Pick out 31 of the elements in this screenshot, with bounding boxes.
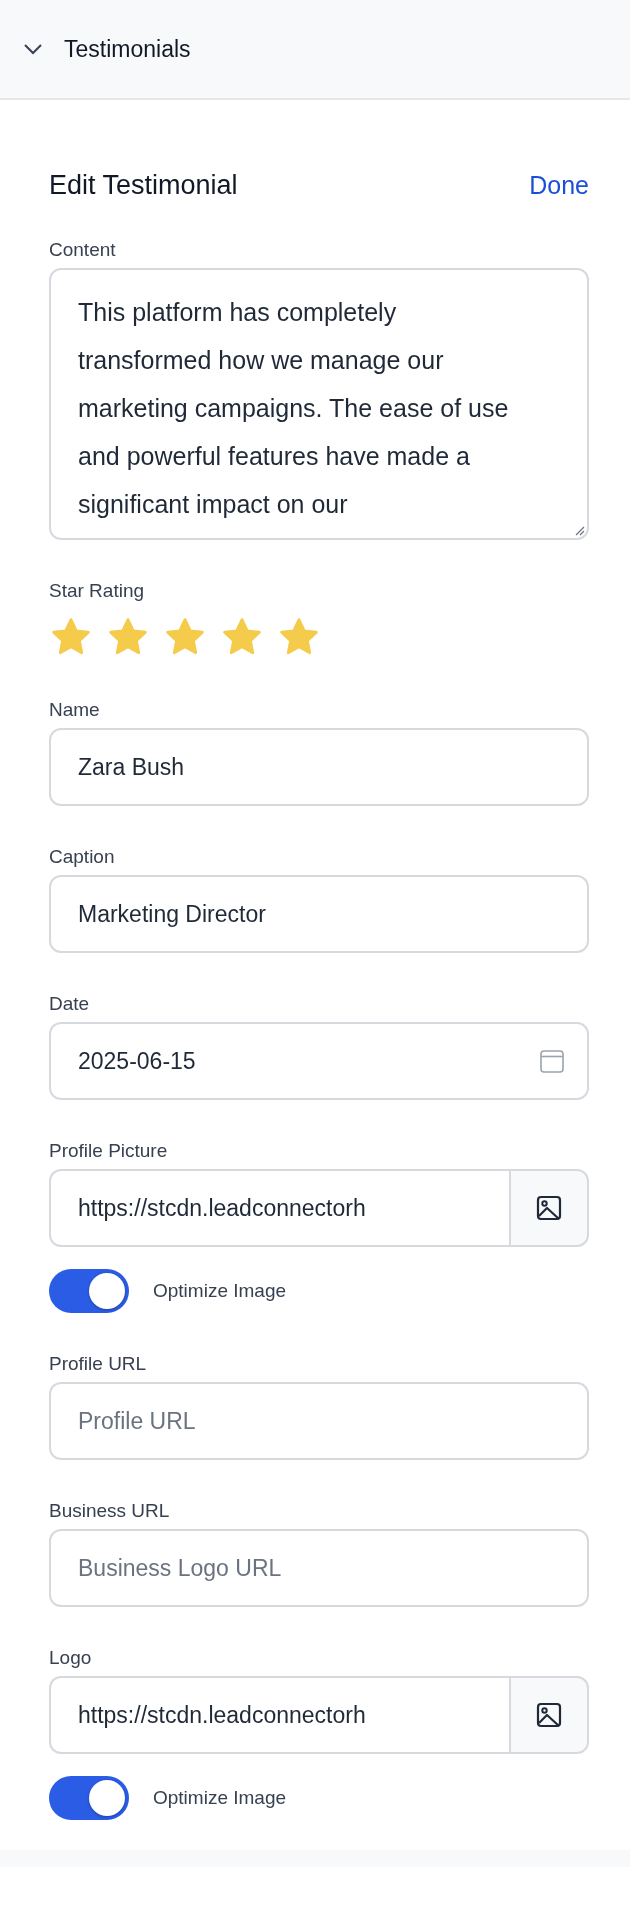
field-label: Logo bbox=[49, 1647, 93, 1669]
text-field[interactable]: Profile URL bbox=[49, 1382, 589, 1460]
toggle-label: Optimize Image bbox=[153, 1280, 287, 1302]
toggle-switch[interactable] bbox=[49, 1776, 129, 1820]
date-field[interactable]: 2025-06-15 bbox=[49, 1022, 589, 1100]
section-header[interactable]: Testimonials bbox=[0, 0, 630, 100]
section-title: Testimonials bbox=[64, 35, 191, 63]
field-label: Profile URL bbox=[49, 1353, 148, 1375]
image-picker-button[interactable] bbox=[509, 1676, 589, 1754]
image-icon bbox=[535, 1194, 563, 1222]
resize-grip-icon[interactable] bbox=[573, 524, 585, 536]
image-picker-button[interactable] bbox=[509, 1169, 589, 1247]
toggle-label: Optimize Image bbox=[153, 1787, 287, 1809]
field-label: Profile Picture bbox=[49, 1140, 169, 1162]
editor-title: Edit Testimonial bbox=[49, 170, 238, 201]
field-label: Name bbox=[49, 699, 101, 721]
toggle-switch[interactable] bbox=[49, 1269, 129, 1313]
text-field[interactable]: Marketing Director bbox=[49, 875, 589, 953]
text-field[interactable]: Zara Bush bbox=[49, 728, 589, 806]
field-label: Star Rating bbox=[49, 580, 146, 602]
content-field[interactable]: This platform has completely transformed how we manage our marketing campaigns. The ease of use and powerful features have made a significant impact on our bbox=[49, 268, 589, 540]
field-label: Date bbox=[49, 993, 91, 1015]
text-field[interactable]: Business Logo URL bbox=[49, 1529, 589, 1607]
image-icon bbox=[535, 1701, 563, 1729]
field-label: Caption bbox=[49, 846, 116, 868]
field-label: Content bbox=[49, 239, 117, 261]
url-field[interactable]: https://stcdn.leadconnectorh bbox=[49, 1169, 509, 1247]
url-field[interactable]: https://stcdn.leadconnectorh bbox=[49, 1676, 509, 1754]
done-link[interactable]: Done bbox=[529, 171, 589, 200]
field-label: Business URL bbox=[49, 1500, 171, 1522]
calendar-icon[interactable] bbox=[539, 1048, 565, 1074]
